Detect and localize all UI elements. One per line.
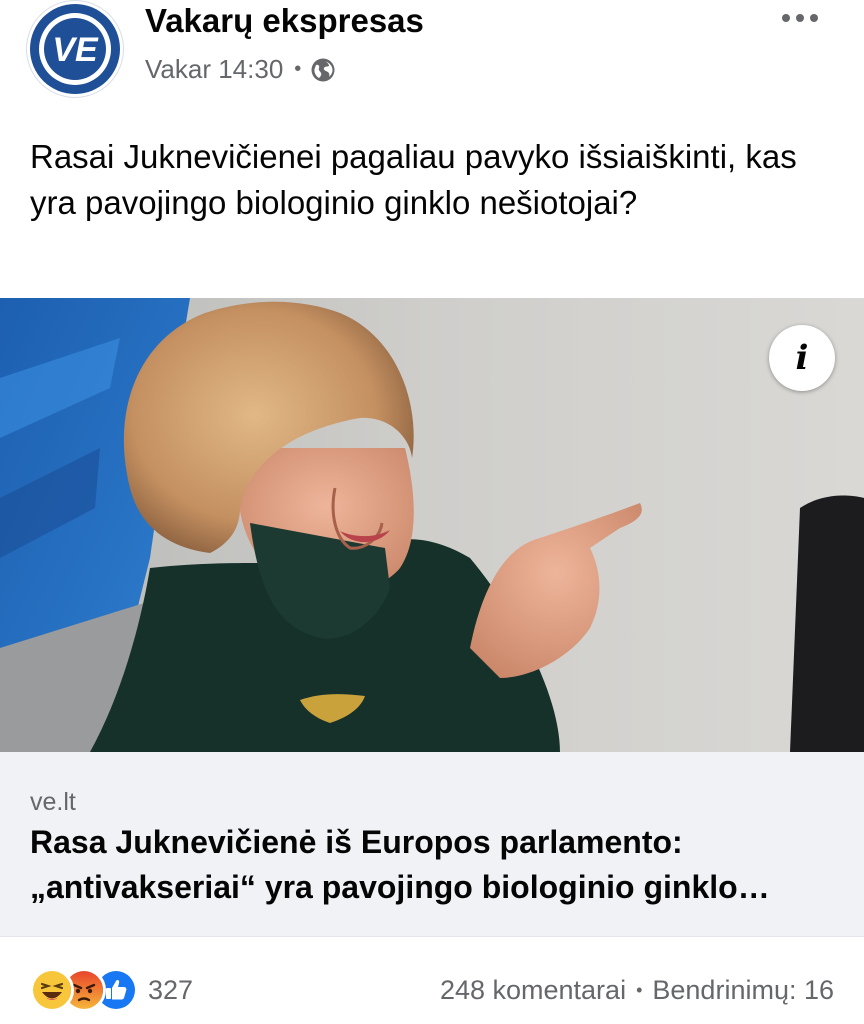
- post-meta: Vakar 14:30 •: [145, 54, 336, 85]
- more-horizontal-icon[interactable]: [778, 4, 822, 32]
- link-domain: ve.lt: [30, 788, 76, 816]
- vakaru-ekspresas-logo: VE: [30, 4, 120, 94]
- link-preview-image[interactable]: [0, 298, 864, 752]
- globe-icon: [310, 57, 336, 83]
- engagement-stats: 248 komentarai • Bendrinimų: 16: [440, 975, 834, 1006]
- divider: [0, 936, 864, 937]
- post-time[interactable]: Vakar 14:30: [145, 54, 283, 85]
- post-text: Rasai Juknevičienei pagaliau pavyko išsi…: [30, 138, 797, 221]
- meta-separator: •: [294, 58, 302, 80]
- post-header: VE Vakarų ekspresas Vakar 14:30 •: [0, 0, 864, 110]
- page-name[interactable]: Vakarų ekspresas: [145, 2, 424, 40]
- reaction-summary[interactable]: 327: [30, 968, 193, 1012]
- info-icon[interactable]: i: [769, 325, 835, 391]
- comments-count[interactable]: 248 komentarai: [440, 975, 626, 1006]
- shares-count[interactable]: Bendrinimų: 16: [652, 975, 834, 1006]
- reaction-count: 327: [148, 974, 194, 1005]
- stats-separator: •: [636, 980, 643, 1000]
- page-avatar[interactable]: VE: [26, 0, 124, 98]
- logo-lettering: VE: [52, 31, 99, 69]
- link-title[interactable]: Rasa Juknevičienė iš Europos parlamento:…: [30, 820, 845, 910]
- haha-reaction-icon: [30, 968, 74, 1012]
